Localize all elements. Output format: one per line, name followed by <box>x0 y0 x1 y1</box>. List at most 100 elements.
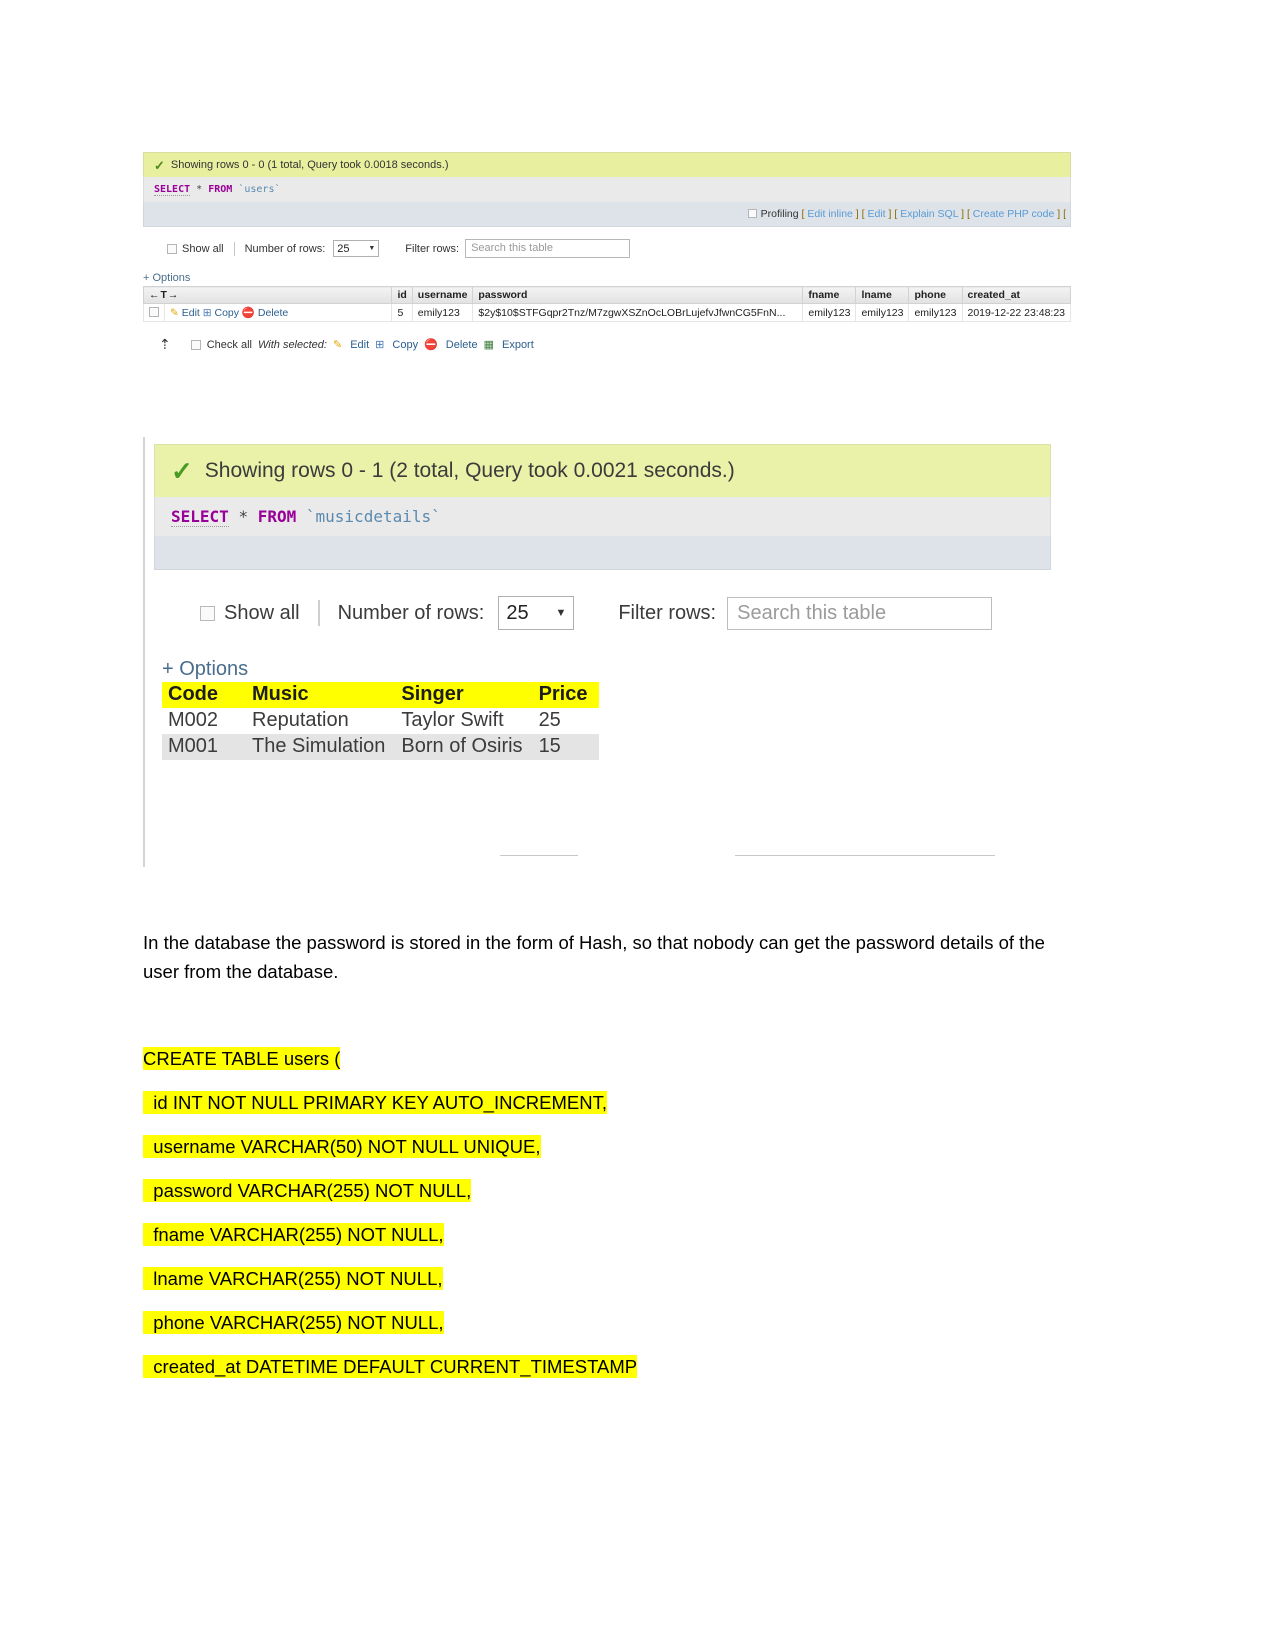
show-all-checkbox[interactable] <box>200 605 215 621</box>
row-checkbox[interactable] <box>149 306 159 317</box>
row-actions-cell: ✎ Edit ⊞ Copy ⛔ Delete <box>163 303 393 322</box>
options-toggle[interactable]: + Options <box>143 272 1071 284</box>
show-all-label: Show all <box>182 242 224 255</box>
show-all-checkbox[interactable] <box>167 243 177 254</box>
table-row: M001 The Simulation Born of Osiris 15 <box>162 734 599 760</box>
copy-row-link[interactable]: Copy <box>214 307 239 319</box>
cell-singer: Born of Osiris <box>395 734 533 760</box>
sql-line-text: id INT NOT NULL PRIMARY KEY AUTO_INCREME… <box>143 1091 607 1114</box>
bracket: [ <box>801 208 805 220</box>
cell-code: M002 <box>162 708 246 734</box>
sql-query-display: SELECT * FROM `users` <box>143 177 1071 202</box>
sql-line-text: fname VARCHAR(255) NOT NULL, <box>143 1223 444 1246</box>
column-nav-arrows[interactable]: ←T→ <box>142 286 393 304</box>
delete-row-link[interactable]: Delete <box>258 307 288 319</box>
filter-rows-input[interactable]: Search this table <box>465 239 631 258</box>
column-header-phone[interactable]: phone <box>908 286 963 304</box>
delete-icon[interactable]: ⛔ <box>242 307 255 319</box>
table-row: ✎ Edit ⊞ Copy ⛔ Delete 5 emily123 $2y$10… <box>143 303 1071 322</box>
cell-username: emily123 <box>411 303 474 322</box>
sql-line: CREATE TABLE users ( <box>143 1045 1073 1073</box>
column-header-username[interactable]: username <box>411 286 474 304</box>
sql-line: created_at DATETIME DEFAULT CURRENT_TIME… <box>143 1353 1073 1381</box>
cell-created-at: 2019-12-22 23:48:23 <box>961 303 1071 322</box>
sql-line: id INT NOT NULL PRIMARY KEY AUTO_INCREME… <box>143 1089 1073 1117</box>
row-select-cell <box>143 303 165 322</box>
query-action-bar <box>154 536 1051 570</box>
bulk-copy-link[interactable]: Copy <box>392 339 418 351</box>
sql-query-display: SELECT * FROM `musicdetails` <box>154 497 1051 536</box>
bracket: [ <box>966 208 970 220</box>
footer-divider-left <box>500 855 578 856</box>
cell-price: 25 <box>532 708 599 734</box>
divider <box>317 600 320 626</box>
column-header-password[interactable]: password <box>472 286 804 304</box>
explain-sql-link[interactable]: Explain SQL <box>900 208 958 220</box>
copy-icon[interactable]: ⊞ <box>203 307 212 319</box>
column-header-id[interactable]: id <box>391 286 413 304</box>
query-success-text: Showing rows 0 - 0 (1 total, Query took … <box>170 159 449 171</box>
cell-fname: emily123 <box>802 303 857 322</box>
chevron-down-icon: ▼ <box>368 245 376 252</box>
phpmyadmin-musicdetails-screenshot: ✓ Showing rows 0 - 1 (2 total, Query too… <box>143 437 1053 867</box>
sql-line: lname VARCHAR(255) NOT NULL, <box>143 1265 1073 1293</box>
sql-line-text: phone VARCHAR(255) NOT NULL, <box>143 1311 444 1334</box>
sql-line-text: created_at DATETIME DEFAULT CURRENT_TIME… <box>143 1355 638 1378</box>
sql-star: * <box>238 507 249 526</box>
cell-lname: emily123 <box>855 303 910 322</box>
sql-star: * <box>196 184 203 195</box>
bracket: ] <box>961 208 965 220</box>
with-selected-label: With selected: <box>257 338 327 351</box>
results-controls-bar: Show all Number of rows: 25 ▼ Filter row… <box>143 239 1071 258</box>
number-of-rows-select[interactable]: 25 ▼ <box>498 596 575 630</box>
sql-line-text: username VARCHAR(50) NOT NULL UNIQUE, <box>143 1135 541 1158</box>
sql-line: username VARCHAR(50) NOT NULL UNIQUE, <box>143 1133 1073 1161</box>
with-selected-bar: ⇡ Check all With selected: ✎ Edit ⊞ Copy… <box>143 336 1071 353</box>
edit-row-link[interactable]: Edit <box>182 307 200 319</box>
divider <box>233 241 235 256</box>
show-all-label: Show all <box>224 601 300 624</box>
explanatory-paragraph: In the database the password is stored i… <box>143 932 1045 982</box>
sql-keyword-select: SELECT <box>171 507 229 527</box>
success-check-icon: ✓ <box>171 456 193 486</box>
column-header-price[interactable]: Price <box>532 682 599 708</box>
sql-keyword-from: FROM <box>257 507 297 526</box>
number-of-rows-select[interactable]: 25 ▼ <box>333 240 380 257</box>
bracket: ] <box>855 208 859 220</box>
edit-icon[interactable]: ✎ <box>170 307 179 319</box>
create-table-sql-block: CREATE TABLE users ( id INT NOT NULL PRI… <box>143 1045 1073 1397</box>
options-toggle[interactable]: + Options <box>154 658 1053 681</box>
number-of-rows-value: 25 <box>506 601 529 624</box>
query-success-text: Showing rows 0 - 1 (2 total, Query took … <box>204 459 735 482</box>
check-all-checkbox[interactable] <box>190 339 201 350</box>
bracket: [ <box>861 208 865 220</box>
bracket: ] <box>888 208 892 220</box>
filter-rows-input[interactable]: Search this table <box>727 596 993 630</box>
arrow-up-icon[interactable]: ⇡ <box>159 336 171 353</box>
bulk-export-link[interactable]: Export <box>502 339 534 351</box>
edit-icon[interactable]: ✎ <box>333 338 342 351</box>
edit-link[interactable]: Edit <box>867 208 885 220</box>
profiling-checkbox[interactable] <box>747 209 757 218</box>
bulk-delete-link[interactable]: Delete <box>446 339 478 351</box>
query-success-banner: ✓ Showing rows 0 - 0 (1 total, Query too… <box>143 152 1071 177</box>
table-row: M002 Reputation Taylor Swift 25 <box>162 708 599 734</box>
create-php-code-link[interactable]: Create PHP code <box>973 208 1055 220</box>
footer-divider-right <box>735 855 995 856</box>
sql-line-text: password VARCHAR(255) NOT NULL, <box>143 1179 472 1202</box>
column-header-lname[interactable]: lname <box>855 286 910 304</box>
number-of-rows-label: Number of rows: <box>337 601 485 624</box>
copy-icon[interactable]: ⊞ <box>375 338 384 351</box>
column-header-fname[interactable]: fname <box>802 286 857 304</box>
export-icon[interactable]: ▦ <box>484 338 494 351</box>
results-controls-bar: Show all Number of rows: 25 ▼ Filter row… <box>154 596 1053 630</box>
bulk-edit-link[interactable]: Edit <box>350 339 369 351</box>
column-header-code[interactable]: Code <box>162 682 246 708</box>
edit-inline-link[interactable]: Edit inline <box>807 208 853 220</box>
cell-id: 5 <box>391 303 413 322</box>
delete-icon[interactable]: ⛔ <box>424 338 438 351</box>
column-header-music[interactable]: Music <box>246 682 396 708</box>
column-header-singer[interactable]: Singer <box>395 682 533 708</box>
column-header-created-at[interactable]: created_at <box>961 286 1071 304</box>
bracket: [ <box>1063 208 1066 220</box>
